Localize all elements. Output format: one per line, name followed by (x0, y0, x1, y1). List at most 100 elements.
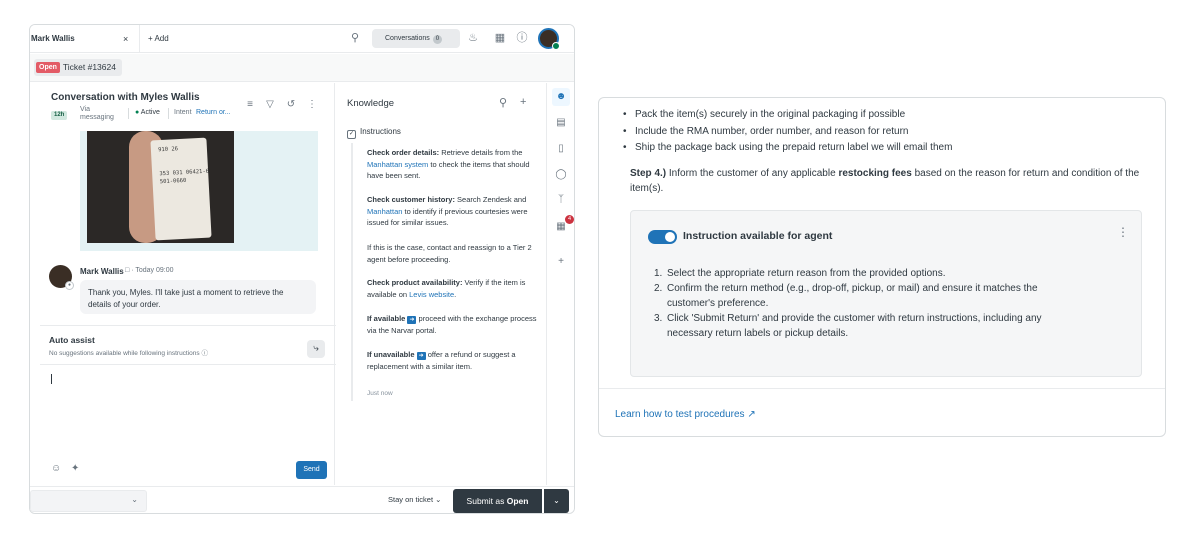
context-rail: ☻ ▤ ▯ ◯ ᛉ 4 ▦ + (546, 83, 574, 485)
submit-status: Open (506, 496, 529, 506)
step-emphasis: restocking fees (838, 168, 912, 179)
add-tab-button[interactable]: + Add (148, 25, 169, 53)
instruction-check-availability: Check product availability: Verify if th… (367, 277, 539, 300)
step-number: 3. (654, 313, 663, 324)
divider (40, 325, 336, 326)
external-link-icon: ↗ (747, 409, 756, 420)
instruction-heading: If available (367, 314, 406, 323)
step-text: Click 'Submit Return' and provide the cu… (667, 313, 1042, 339)
filter-icon[interactable]: ▽ (264, 99, 276, 111)
instruction-toggle[interactable] (648, 230, 677, 244)
list-item: Include the RMA number, order number, an… (623, 124, 1143, 141)
stay-on-ticket-select[interactable]: Stay on ticket ⌄ (388, 495, 441, 504)
status-active: ● Active (135, 109, 160, 116)
apps-icon[interactable]: ▦ (493, 31, 507, 45)
divider (599, 388, 1165, 389)
instruction-text: Search Zendesk and (454, 195, 527, 204)
conversations-button[interactable]: Conversations 0 (372, 29, 460, 48)
instruction-text: Retrieve details from the (439, 148, 523, 157)
submit-options-button[interactable]: ⌄ (544, 489, 569, 513)
submit-button[interactable]: Submit as Open (453, 489, 542, 513)
agent-instruction-box: Instruction available for agent ⋮ 1. Sele… (630, 210, 1142, 377)
instruction-heading: Check customer history: (367, 195, 455, 204)
bell-icon[interactable]: ♨ (466, 31, 480, 45)
active-dot-icon: ● (135, 109, 140, 116)
auto-assist-button[interactable]: ⤷ (307, 340, 325, 358)
conversation-title: Conversation with Myles Wallis (51, 92, 200, 103)
ticket-tab[interactable]: Open Ticket #13624 (34, 59, 122, 76)
levis-website-link[interactable]: Levis website (409, 290, 454, 299)
chat-bubbles-icon[interactable]: ◯ (554, 168, 568, 182)
add-app-icon[interactable]: + (554, 255, 568, 269)
apps-grid-icon[interactable]: ▦ (554, 220, 568, 234)
agent-icon: ● (65, 281, 74, 290)
stay-on-ticket-label: Stay on ticket (388, 495, 434, 504)
chevron-down-icon: ⌄ (553, 496, 560, 505)
message-bubble: Thank you, Myles. I'll take just a momen… (80, 280, 316, 314)
instructions-label: Instructions (360, 127, 401, 136)
instruction-if-available: If available ➜ proceed with the exchange… (367, 313, 539, 336)
manhattan-link[interactable]: Manhattan (367, 207, 402, 216)
book-icon[interactable]: ▯ (554, 142, 568, 156)
search-icon[interactable]: ⚲ (348, 31, 362, 45)
top-bar: Mark Wallis × + Add ⚲ Conversations 0 ♨ ▦… (30, 25, 574, 53)
emoji-icon[interactable]: ☺ (51, 463, 61, 474)
reply-text-cursor[interactable] (51, 374, 52, 384)
checklist-icon: ✓ (347, 130, 356, 139)
instruction-steps: 1. Select the appropriate return reason f… (654, 266, 1084, 341)
conversations-label: Conversations (385, 35, 430, 42)
avatar: ● (49, 265, 74, 290)
instructions-header[interactable]: ✓ Instructions (347, 127, 401, 139)
step-label: Step 4.) (630, 168, 667, 179)
arrow-right-icon: ➜ (416, 352, 426, 360)
learn-link[interactable]: Learn how to test procedures ↗ (615, 409, 756, 420)
help-icon[interactable]: ⓘ (515, 31, 529, 45)
macro-select[interactable]: ⌄ (30, 490, 147, 512)
return-bullets: Pack the item(s) securely in the origina… (623, 107, 1143, 157)
user-avatar[interactable] (538, 28, 560, 50)
chevron-down-icon: ⌄ (131, 495, 138, 504)
step-text: Confirm the return method (e.g., drop-of… (667, 283, 1038, 309)
step-number: 2. (654, 283, 663, 294)
step-number: 1. (654, 268, 663, 279)
message-author: Mark Wallis (80, 267, 124, 276)
status-text: Active (140, 109, 160, 116)
list-item: Ship the package back using the prepaid … (623, 140, 1143, 157)
more-icon[interactable]: ⋮ (1117, 225, 1129, 239)
instruction-text: . (454, 289, 457, 299)
ticket-summary-icon[interactable]: ▤ (554, 116, 568, 130)
toggle-knob (665, 232, 675, 242)
manhattan-system-link[interactable]: Manhattan system (367, 160, 428, 169)
more-icon[interactable]: ⋮ (306, 99, 318, 111)
auto-assist-subtitle: No suggestions available while following… (49, 347, 208, 357)
search-icon[interactable]: ⚲ (499, 96, 507, 109)
attached-photo[interactable]: 910 26 353 031 06421-6 501-0660 (87, 131, 234, 243)
status-badge: Open (36, 62, 60, 73)
knowledge-title: Knowledge (347, 98, 395, 109)
instructions-rule (351, 143, 353, 401)
info-icon[interactable]: ⓘ (201, 350, 208, 357)
instruction-timestamp: Just now (367, 390, 393, 397)
photo-tag-text: 910 26 353 031 06421-6 501-0660 (158, 146, 210, 186)
plus-icon[interactable]: + (520, 96, 526, 108)
user-icon[interactable]: ☻ (552, 88, 570, 106)
toggle-label: Instruction available for agent (683, 230, 833, 242)
magic-wand-icon[interactable]: ✦ (71, 463, 79, 474)
send-button[interactable]: Send (296, 461, 327, 479)
list-item: 3. Click 'Submit Return' and provide the … (654, 311, 1084, 341)
list-item: 2. Confirm the return method (e.g., drop-… (654, 281, 1084, 311)
chevron-down-icon: ⌄ (435, 495, 442, 504)
divider (40, 364, 336, 365)
list-filter-icon[interactable]: ≡ (244, 99, 256, 111)
ticket-footer: ⌄ Stay on ticket ⌄ Submit as Open ⌄ (30, 486, 574, 513)
agent-workspace-window: Mark Wallis × + Add ⚲ Conversations 0 ♨ ▦… (29, 24, 575, 514)
tab-close-icon[interactable]: × (123, 25, 128, 53)
message-image-container: 910 26 353 031 06421-6 501-0660 (80, 131, 318, 251)
auto-assist-title: Auto assist (49, 335, 95, 345)
ticket-bar: Open Ticket #13624 (30, 54, 574, 82)
intent-value[interactable]: Return or... (196, 109, 231, 116)
merge-icon[interactable]: ᛉ (554, 193, 568, 207)
divider (128, 108, 129, 119)
history-icon[interactable]: ↺ (285, 99, 297, 111)
instruction-if-unavailable: If unavailable ➜ offer a refund or sugge… (367, 349, 539, 372)
